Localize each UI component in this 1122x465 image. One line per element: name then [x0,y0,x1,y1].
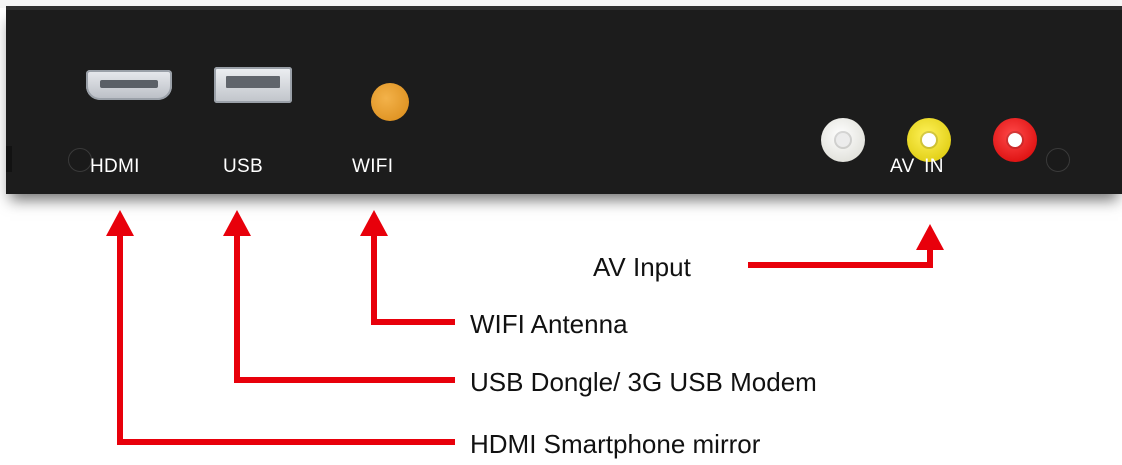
hdmi-mirror-callout: HDMI Smartphone mirror [470,429,761,459]
usb-arrow-line [234,228,455,383]
av-arrowhead [916,224,944,250]
usb-dongle-callout: USB Dongle/ 3G USB Modem [470,367,817,397]
hdmi-arrowhead [106,210,134,236]
diagram: HDMI USB WIFI AV IN AV Input WIFI Antenn… [0,0,1122,465]
av-input-callout: AV Input [593,252,691,282]
wifi-antenna-callout: WIFI Antenna [470,309,628,339]
wifi-arrow-line [371,228,455,325]
hdmi-arrow-line [117,228,455,445]
wifi-arrowhead [360,210,388,236]
usb-arrowhead [223,210,251,236]
av-arrow-line [748,243,933,268]
